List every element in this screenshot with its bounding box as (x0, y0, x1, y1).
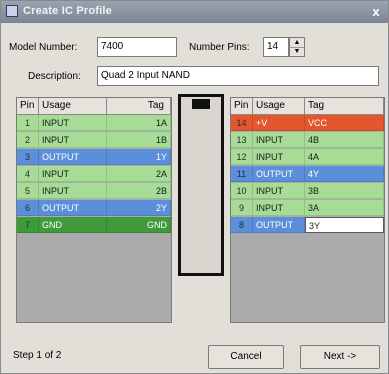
pin-usage-cell[interactable]: OUTPUT (253, 166, 305, 182)
pin-tag-cell[interactable]: GND (107, 217, 171, 233)
pin-usage-cell[interactable]: INPUT (253, 200, 305, 216)
pin-number: 12 (231, 149, 253, 165)
pin-tag-cell[interactable]: 1A (107, 115, 171, 131)
pin-tag-cell[interactable]: 1B (107, 132, 171, 148)
table-row[interactable]: 8 OUTPUT 3Y (231, 217, 384, 233)
table-row[interactable]: 11 OUTPUT 4Y (231, 166, 384, 182)
pin-tag-edit-field[interactable]: 3Y (305, 217, 384, 233)
pin-number: 7 (17, 217, 39, 233)
pin-number: 9 (231, 200, 253, 216)
pin-usage-cell[interactable]: GND (39, 217, 107, 233)
pin-number: 5 (17, 183, 39, 199)
pin-usage-cell[interactable]: +V (253, 115, 305, 131)
pin-number: 4 (17, 166, 39, 182)
pin-number: 14 (231, 115, 253, 131)
table-row[interactable]: 2 INPUT 1B (17, 132, 171, 148)
pin-number: 1 (17, 115, 39, 131)
description-field[interactable]: Quad 2 Input NAND (97, 66, 379, 86)
model-number-label: Model Number: (9, 42, 78, 53)
pin-usage-cell[interactable]: INPUT (39, 115, 107, 131)
table-row[interactable]: 6 OUTPUT 2Y (17, 200, 171, 216)
pin-usage-cell[interactable]: OUTPUT (253, 217, 305, 233)
table-row[interactable]: 10 INPUT 3B (231, 183, 384, 199)
right-pin-table: Pin Usage Tag 14 +V VCC 13 INPUT 4B 12 INPUT 4A 1… (230, 97, 385, 323)
cancel-button[interactable]: Cancel (208, 345, 284, 369)
pin-usage-cell[interactable]: INPUT (253, 132, 305, 148)
pin-number: 8 (231, 217, 253, 233)
window-title: Create IC Profile (23, 5, 112, 17)
spin-down-icon[interactable]: ▼ (290, 47, 304, 56)
table-row[interactable]: 9 INPUT 3A (231, 200, 384, 216)
table-row[interactable]: 1 INPUT 1A (17, 115, 171, 131)
pin-tag-cell[interactable]: 2Y (107, 200, 171, 216)
pin-number: 3 (17, 149, 39, 165)
pin-number: 10 (231, 183, 253, 199)
pin-number: 2 (17, 132, 39, 148)
title-bar[interactable]: Create IC Profile x (1, 1, 388, 23)
pin-tag-cell[interactable]: 4Y (305, 166, 384, 182)
left-header-tag: Tag (107, 98, 171, 114)
right-header-usage: Usage (253, 98, 305, 114)
ic-chip-diagram (178, 94, 224, 276)
pin-usage-cell[interactable]: INPUT (39, 132, 107, 148)
pin-tag-cell[interactable]: 3A (305, 200, 384, 216)
right-header-pin: Pin (231, 98, 253, 114)
left-header-pin: Pin (17, 98, 39, 114)
right-table-header: Pin Usage Tag (231, 98, 384, 115)
step-indicator: Step 1 of 2 (13, 350, 62, 361)
pin-tag-cell[interactable]: 1Y (107, 149, 171, 165)
table-row[interactable]: 4 INPUT 2A (17, 166, 171, 182)
left-header-usage: Usage (39, 98, 107, 114)
pin-usage-cell[interactable]: INPUT (253, 149, 305, 165)
pin-number: 13 (231, 132, 253, 148)
number-pins-spinner[interactable]: ▲ ▼ (289, 37, 305, 57)
pin-tag-cell[interactable]: 4A (305, 149, 384, 165)
table-row[interactable]: 14 +V VCC (231, 115, 384, 131)
pin-tag-cell[interactable]: VCC (305, 115, 384, 131)
number-pins-field[interactable]: 14 (263, 37, 289, 57)
left-pin-table: Pin Usage Tag 1 INPUT 1A 2 INPUT 1B 3 OUTPUT 1Y 4… (16, 97, 172, 323)
table-row[interactable]: 7 GND GND (17, 217, 171, 233)
pin-tag-cell[interactable]: 4B (305, 132, 384, 148)
pin-number: 6 (17, 200, 39, 216)
pin-usage-cell[interactable]: INPUT (253, 183, 305, 199)
next-button[interactable]: Next -> (300, 345, 380, 369)
close-button[interactable]: x (368, 4, 384, 19)
pin-usage-cell[interactable]: OUTPUT (39, 200, 107, 216)
pin-usage-cell[interactable]: INPUT (39, 183, 107, 199)
pin-usage-cell[interactable]: OUTPUT (39, 149, 107, 165)
create-ic-profile-window: Create IC Profile x Model Number: 7400 N… (0, 0, 389, 374)
right-header-tag: Tag (305, 98, 384, 114)
pin-tag-cell[interactable]: 3B (305, 183, 384, 199)
pin-tag-cell[interactable]: 2A (107, 166, 171, 182)
number-pins-label: Number Pins: (189, 42, 250, 53)
pin-tag-cell[interactable]: 2B (107, 183, 171, 199)
table-row[interactable]: 5 INPUT 2B (17, 183, 171, 199)
chip-notch (192, 99, 210, 109)
table-row[interactable]: 3 OUTPUT 1Y (17, 149, 171, 165)
pin-usage-cell[interactable]: INPUT (39, 166, 107, 182)
description-label: Description: (28, 71, 81, 82)
model-number-field[interactable]: 7400 (97, 37, 177, 57)
pin-number: 11 (231, 166, 253, 182)
app-icon (6, 5, 18, 17)
left-table-header: Pin Usage Tag (17, 98, 171, 115)
table-row[interactable]: 12 INPUT 4A (231, 149, 384, 165)
table-row[interactable]: 13 INPUT 4B (231, 132, 384, 148)
